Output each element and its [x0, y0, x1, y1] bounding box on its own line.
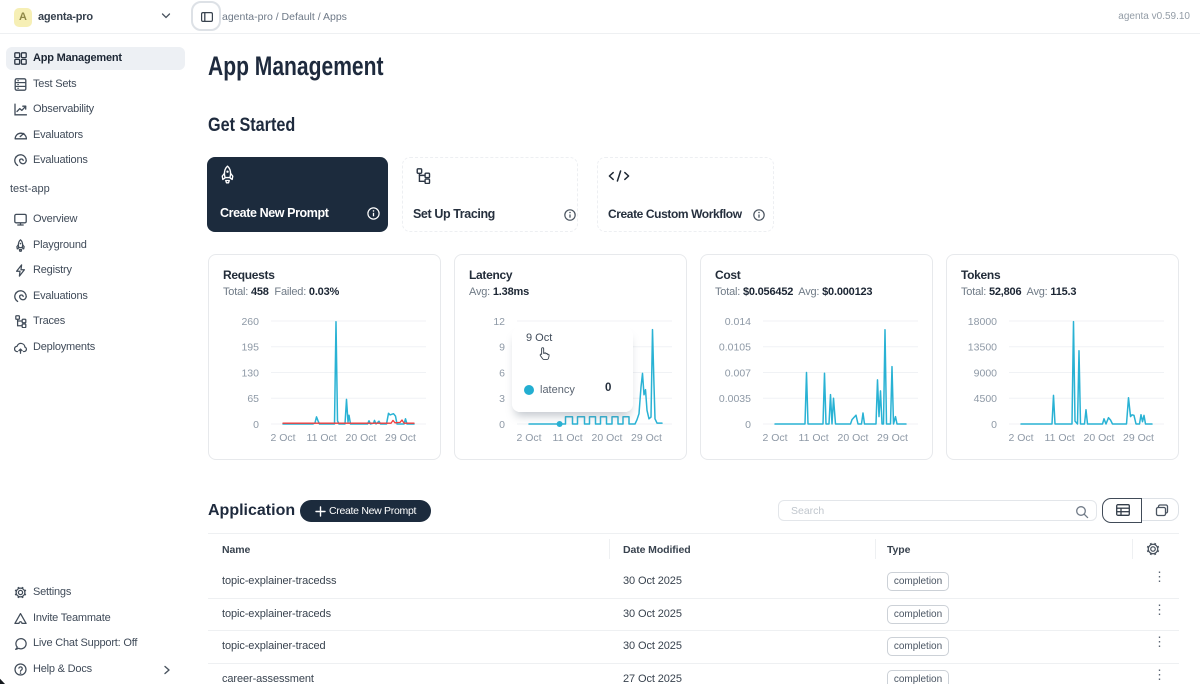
svg-text:260: 260 — [241, 316, 259, 328]
svg-text:2 Oct: 2 Oct — [1008, 432, 1033, 444]
svg-text:12: 12 — [493, 316, 505, 328]
svg-text:9000: 9000 — [974, 367, 998, 379]
svg-text:9: 9 — [499, 342, 505, 354]
svg-text:0: 0 — [253, 419, 259, 431]
svg-text:2 Oct: 2 Oct — [762, 432, 787, 444]
svg-text:11 Oct: 11 Oct — [1045, 432, 1075, 444]
svg-text:29 Oct: 29 Oct — [385, 432, 416, 444]
svg-text:11 Oct: 11 Oct — [799, 432, 829, 444]
svg-text:0: 0 — [499, 419, 505, 431]
svg-text:0.014: 0.014 — [725, 316, 751, 328]
svg-text:2 Oct: 2 Oct — [270, 432, 295, 444]
svg-text:20 Oct: 20 Oct — [592, 432, 623, 444]
svg-text:0.007: 0.007 — [725, 367, 751, 379]
svg-text:13500: 13500 — [968, 342, 997, 354]
svg-text:130: 130 — [241, 367, 259, 379]
svg-text:20 Oct: 20 Oct — [346, 432, 377, 444]
svg-text:0.0105: 0.0105 — [719, 342, 751, 354]
svg-text:195: 195 — [241, 342, 259, 354]
svg-text:2 Oct: 2 Oct — [516, 432, 541, 444]
svg-text:3: 3 — [499, 393, 505, 405]
svg-text:29 Oct: 29 Oct — [877, 432, 908, 444]
svg-text:20 Oct: 20 Oct — [838, 432, 869, 444]
svg-text:0.0035: 0.0035 — [719, 393, 751, 405]
svg-text:20 Oct: 20 Oct — [1084, 432, 1115, 444]
svg-text:18000: 18000 — [968, 316, 997, 328]
svg-text:11 Oct: 11 Oct — [553, 432, 583, 444]
svg-text:0: 0 — [745, 419, 751, 431]
svg-text:0: 0 — [991, 419, 997, 431]
svg-text:4500: 4500 — [974, 393, 998, 405]
svg-text:6: 6 — [499, 367, 505, 379]
svg-text:65: 65 — [247, 393, 259, 405]
svg-text:11 Oct: 11 Oct — [307, 432, 337, 444]
svg-text:29 Oct: 29 Oct — [631, 432, 662, 444]
svg-text:29 Oct: 29 Oct — [1123, 432, 1154, 444]
